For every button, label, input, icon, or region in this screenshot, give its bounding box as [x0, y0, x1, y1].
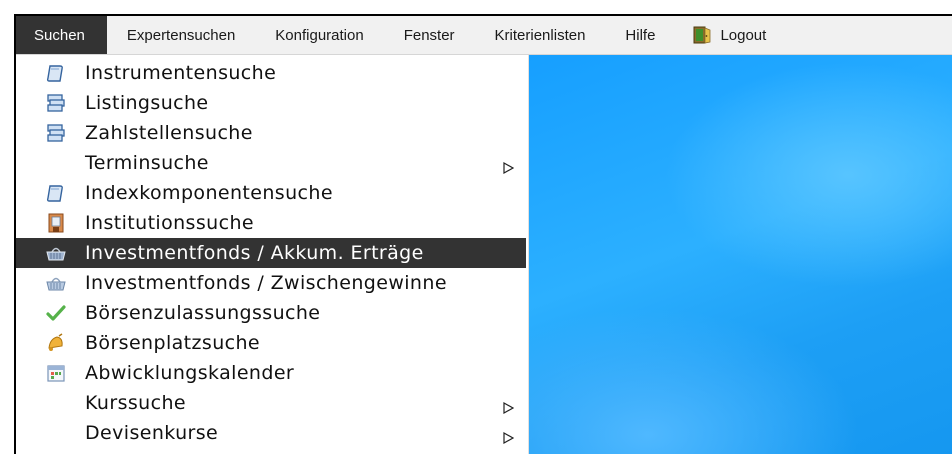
logout-door-icon	[693, 26, 711, 44]
menu-item-label: Zahlstellensuche	[85, 122, 253, 144]
menu-item-institutionssuche[interactable]: Institutionssuche	[16, 208, 526, 238]
menu-item-kurssuche[interactable]: Kurssuche	[16, 388, 526, 418]
logout-button[interactable]: Logout	[675, 16, 786, 54]
submenu-arrow-icon	[502, 157, 515, 175]
menu-item-label: Börsenplatzsuche	[85, 332, 261, 354]
menu-item-label: Terminsuche	[85, 152, 209, 174]
menu-item-abwicklungskalender[interactable]: Abwicklungskalender	[16, 358, 526, 388]
menu-item-devisenkurse[interactable]: Devisenkurse	[16, 418, 526, 448]
menu-item-label: Listingsuche	[85, 92, 209, 114]
menu-item-listingsuche[interactable]: Listingsuche	[16, 88, 526, 118]
menu-hilfe[interactable]: Hilfe	[605, 16, 675, 54]
suchen-dropdown-menu: Instrumentensuche Listingsuche Zahlstell…	[16, 55, 529, 454]
menu-item-label: Institutionssuche	[85, 212, 254, 234]
stacked-windows-icon	[46, 123, 66, 143]
menu-kriterienlisten[interactable]: Kriterienlisten	[475, 16, 606, 54]
menu-item-label: Abwicklungskalender	[85, 362, 295, 384]
menu-item-label: Devisenkurse	[85, 422, 219, 444]
checkmark-icon	[46, 303, 66, 323]
building-icon	[46, 213, 66, 233]
menu-item-label: Investmentfonds / Akkum. Erträge	[85, 242, 424, 264]
stacked-windows-icon	[46, 93, 66, 113]
basket-icon	[46, 243, 66, 263]
menu-konfiguration[interactable]: Konfiguration	[255, 16, 383, 54]
menu-item-boersenzulassungssuche[interactable]: Börsenzulassungssuche	[16, 298, 526, 328]
document-icon	[46, 183, 66, 203]
menu-item-terminsuche[interactable]: Terminsuche	[16, 148, 526, 178]
basket-icon	[46, 273, 66, 293]
menu-bar: Suchen Expertensuchen Konfiguration Fens…	[16, 16, 952, 55]
menu-item-zahlstellensuche[interactable]: Zahlstellensuche	[16, 118, 526, 148]
menu-fenster[interactable]: Fenster	[384, 16, 475, 54]
menu-item-boersenplatzsuche[interactable]: Börsenplatzsuche	[16, 328, 526, 358]
menu-item-label: Kurssuche	[85, 392, 186, 414]
menu-item-instrumentensuche[interactable]: Instrumentensuche	[16, 58, 526, 88]
logout-label: Logout	[720, 26, 767, 44]
document-icon	[46, 63, 66, 83]
bell-icon	[46, 333, 66, 353]
menu-item-label: Instrumentensuche	[85, 62, 277, 84]
menu-expertensuchen[interactable]: Expertensuchen	[107, 16, 255, 54]
menu-item-label: Börsenzulassungssuche	[85, 302, 321, 324]
submenu-arrow-icon	[502, 427, 515, 445]
menu-item-investmentfonds-akkum-ertraege[interactable]: Investmentfonds / Akkum. Erträge	[16, 238, 526, 268]
application-frame: Suchen Expertensuchen Konfiguration Fens…	[14, 14, 952, 454]
submenu-arrow-icon	[502, 397, 515, 415]
desktop-background	[528, 55, 952, 454]
menu-item-investmentfonds-zwischengewinne[interactable]: Investmentfonds / Zwischengewinne	[16, 268, 526, 298]
calendar-icon	[46, 363, 66, 383]
menu-item-label: Investmentfonds / Zwischengewinne	[85, 272, 447, 294]
menu-item-indexkomponentensuche[interactable]: Indexkomponentensuche	[16, 178, 526, 208]
menu-suchen[interactable]: Suchen	[16, 16, 107, 54]
menu-item-label: Indexkomponentensuche	[85, 182, 333, 204]
